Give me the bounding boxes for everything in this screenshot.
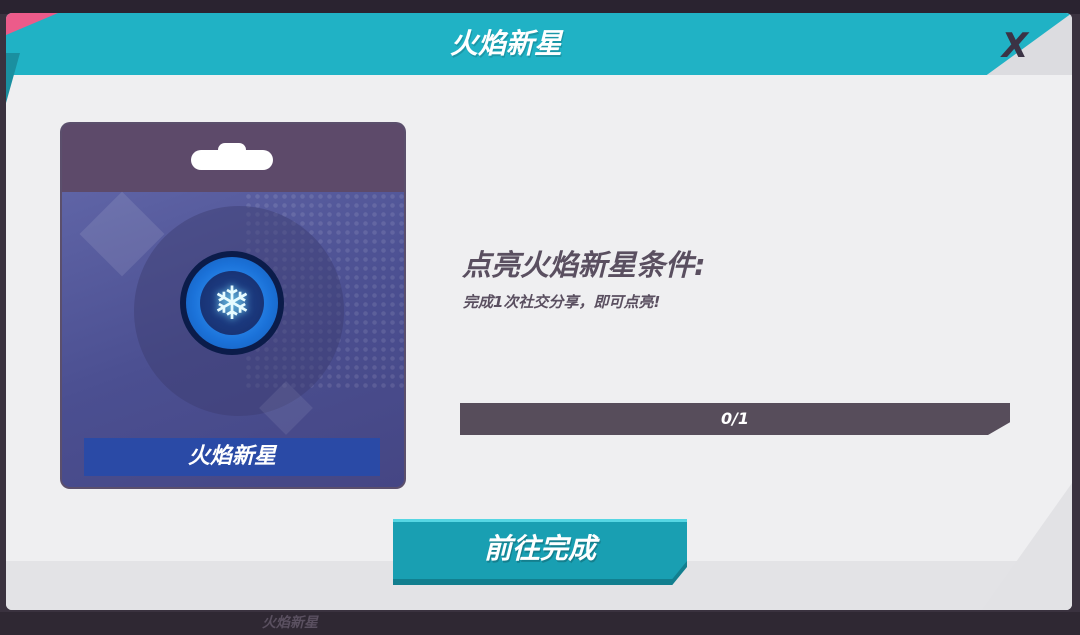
background-bottom-band bbox=[0, 612, 1080, 635]
progress-bar: 0/1 bbox=[460, 403, 1010, 435]
background-top-band bbox=[0, 0, 1080, 14]
card-hanger-bar bbox=[191, 150, 273, 170]
progress-text: 0/1 bbox=[720, 409, 750, 428]
badge-label-bar: 火焰新星 bbox=[84, 438, 380, 476]
badge-card: ❄ 火焰新星 bbox=[62, 124, 404, 487]
go-complete-label: 前往完成 bbox=[483, 532, 596, 565]
achievement-modal: 火焰新星 X ❄ 火焰新星 点亮火焰新星条件: 完成1次社交分享，即可点亮! 0… bbox=[6, 13, 1072, 610]
medal-ring: ❄ bbox=[186, 257, 278, 349]
close-button[interactable]: X bbox=[987, 27, 1043, 65]
snowflake-icon: ❄ bbox=[212, 276, 252, 330]
modal-corner-decoration bbox=[982, 483, 1072, 610]
badge-name: 火焰新星 bbox=[187, 444, 276, 469]
snowflake-medal-icon: ❄ bbox=[180, 251, 284, 355]
background-ghost-text: 火焰新星 bbox=[262, 615, 318, 631]
modal-title: 火焰新星 bbox=[449, 27, 562, 60]
condition-description: 完成1次社交分享，即可点亮! bbox=[463, 293, 661, 311]
go-complete-button[interactable]: 前往完成 bbox=[393, 519, 687, 585]
medal-inner: ❄ bbox=[200, 271, 264, 335]
condition-title: 点亮火焰新星条件: bbox=[462, 248, 706, 282]
